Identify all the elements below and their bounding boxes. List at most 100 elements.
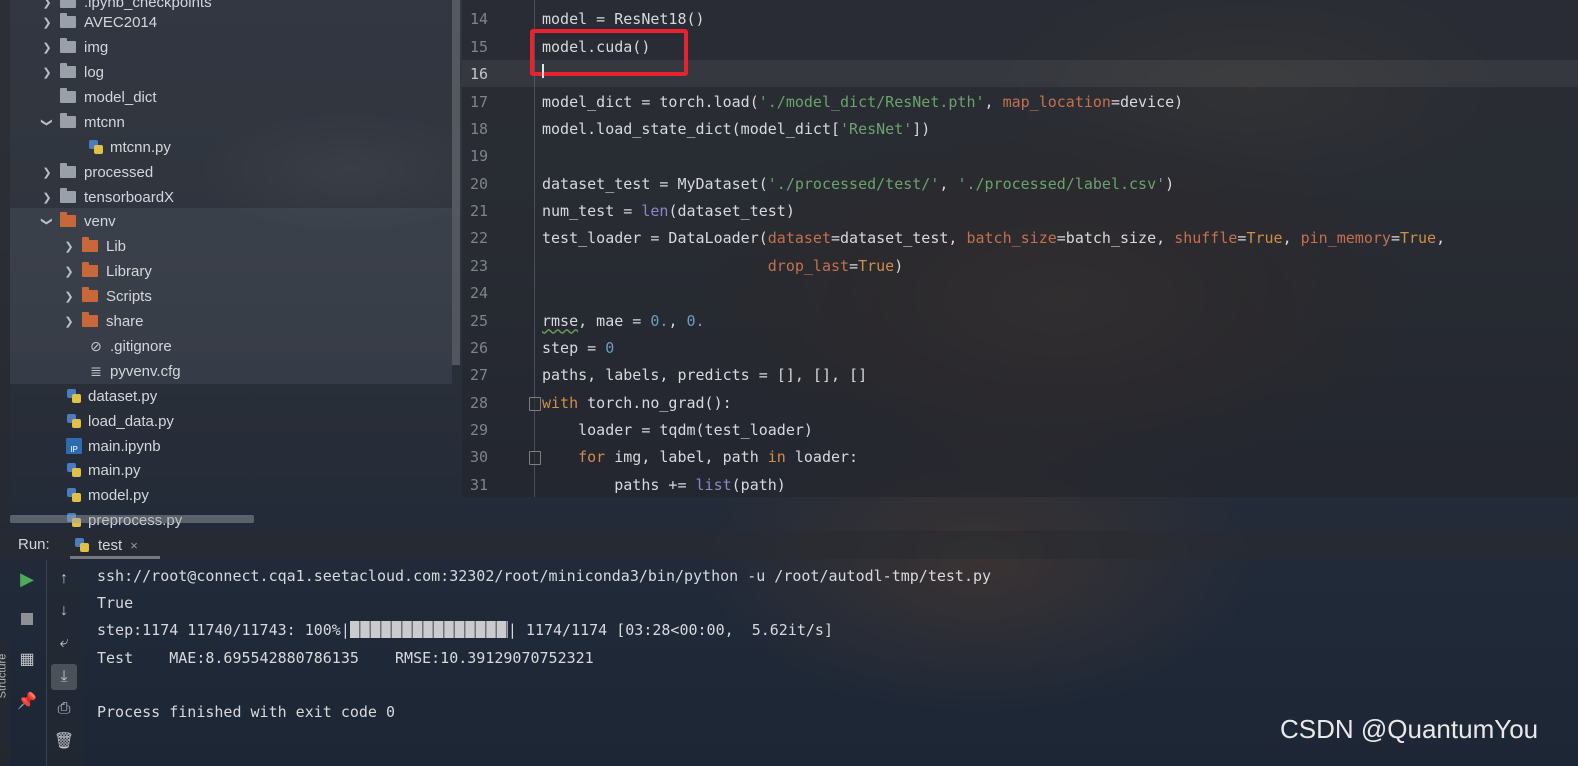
tree-item-main-py[interactable]: main.py (66, 458, 141, 482)
chevron-down-icon[interactable]: ❯ (41, 214, 54, 228)
folder-icon (60, 38, 76, 53)
trash-icon[interactable]: 🗑 (51, 728, 77, 754)
chevron-right-icon[interactable]: ❯ (40, 0, 54, 9)
line-number: 19 (469, 146, 488, 165)
code-line: 24 (462, 279, 488, 306)
line-number: 16 (469, 64, 488, 83)
code-text: for img, label, path in loader: (578, 447, 859, 466)
tree-item-log[interactable]: ❯ log (40, 60, 104, 84)
tree-item-share[interactable]: ❯ share (62, 309, 144, 333)
python-file-icon (66, 388, 82, 404)
tree-item-main-ipynb[interactable]: IP main.ipynb (66, 434, 161, 458)
python-file-icon (66, 487, 82, 503)
line-number: 22 (469, 228, 488, 247)
console-exit-line: Process finished with exit code 0 (97, 703, 396, 721)
tree-item-processed[interactable]: ❯ processed (40, 160, 153, 184)
chevron-right-icon[interactable]: ❯ (40, 16, 54, 29)
print-icon[interactable]: ⎙ (51, 696, 77, 722)
tree-item-gitignore[interactable]: ⊘ .gitignore (88, 334, 172, 358)
tree-item-model-py[interactable]: model.py (66, 483, 149, 507)
line-number: 25 (469, 311, 488, 330)
tree-item-dataset-py[interactable]: dataset.py (66, 384, 157, 408)
code-line: 30 for img, label, path in loader: (462, 443, 858, 470)
stop-icon[interactable] (14, 606, 40, 632)
folder-icon (60, 88, 76, 103)
console-result-line: Test MAE:8.695542880786135 RMSE:10.39129… (97, 649, 594, 667)
code-text: loader = tqdm(test_loader) (542, 420, 813, 439)
tree-item-img[interactable]: ❯ img (40, 35, 108, 59)
arrow-up-icon[interactable]: ↑ (51, 566, 77, 592)
chevron-right-icon[interactable]: ❯ (40, 66, 54, 79)
folder-icon (60, 188, 76, 203)
python-file-icon (66, 462, 82, 478)
ignore-file-icon: ⊘ (90, 337, 102, 354)
tree-item-avec2014[interactable]: ❯ AVEC2014 (40, 10, 157, 34)
structure-tab-label[interactable]: Structure (0, 654, 8, 699)
tree-item-tensorboardx[interactable]: ❯ tensorboardX (40, 185, 174, 209)
excluded-folder-icon (82, 237, 98, 252)
chevron-right-icon[interactable]: ❯ (40, 191, 54, 204)
folder-icon (60, 0, 76, 8)
soft-wrap-icon[interactable]: ⤶ (51, 630, 77, 656)
text-caret (542, 64, 544, 78)
chevron-right-icon[interactable]: ❯ (62, 240, 76, 253)
python-run-icon (74, 537, 90, 553)
chevron-down-icon[interactable]: ❯ (41, 115, 54, 129)
tree-item-pyvenv-cfg[interactable]: ≣ pyvenv.cfg (88, 359, 180, 383)
arrow-down-icon[interactable]: ↓ (51, 598, 77, 624)
line-number: 30 (469, 447, 488, 466)
line-number: 21 (469, 201, 488, 220)
run-toolbar-primary: ▶ ▦ 📌 (12, 560, 44, 766)
chevron-right-icon[interactable]: ❯ (62, 290, 76, 303)
run-tab-test[interactable]: test × (74, 534, 138, 556)
config-file-icon: ≣ (90, 362, 102, 379)
excluded-folder-icon (60, 212, 76, 227)
chevron-right-icon[interactable]: ❯ (40, 41, 54, 54)
tree-horizontal-scrollbar[interactable] (10, 515, 254, 523)
code-text: paths += list(path) (542, 475, 786, 494)
code-line: 23 drop_last=True) (462, 252, 903, 279)
folder-icon (60, 113, 76, 128)
chevron-right-icon[interactable]: ❯ (62, 315, 76, 328)
code-line: 29 loader = tqdm(test_loader) (462, 416, 813, 443)
folder-icon (60, 63, 76, 78)
rerun-icon[interactable]: ▶ (14, 566, 40, 592)
notebook-file-icon: IP (66, 438, 82, 454)
chevron-right-icon[interactable]: ❯ (62, 265, 76, 278)
tree-item-mtcnn-py[interactable]: mtcnn.py (88, 135, 171, 159)
scroll-to-end-icon[interactable]: ⤓ (51, 664, 77, 690)
code-line-current: 16 (462, 60, 488, 87)
code-line: 19 (462, 142, 488, 169)
code-text: with torch.no_grad(): (542, 393, 732, 412)
run-tab-underline (70, 556, 160, 559)
folder-icon (60, 13, 76, 28)
project-tree: ❯ .ipynb_checkpoints ❯ AVEC2014 ❯ img ❯ … (0, 0, 460, 530)
fold-marker-icon[interactable] (529, 451, 541, 465)
progress-bar (349, 621, 508, 638)
code-line: 25 rmse, mae = 0., 0. (462, 307, 705, 334)
code-text: dataset_test = MyDataset('./processed/te… (542, 174, 1175, 193)
pin-icon[interactable]: 📌 (14, 688, 40, 714)
tree-item-venv[interactable]: ❯ venv (40, 209, 116, 233)
code-text: test_loader = DataLoader(dataset=dataset… (542, 228, 1446, 247)
line-number: 31 (469, 475, 488, 494)
tree-item-lib[interactable]: ❯ Lib (62, 234, 126, 258)
line-number: 29 (469, 420, 488, 439)
tree-item-model-dict[interactable]: ❯ model_dict (40, 85, 157, 109)
tree-item-mtcnn[interactable]: ❯ mtcnn (40, 110, 125, 134)
code-line: 22 test_loader = DataLoader(dataset=datas… (462, 224, 1445, 251)
layout-icon[interactable]: ▦ (14, 646, 40, 672)
line-number: 20 (469, 174, 488, 193)
tree-item-load-data-py[interactable]: load_data.py (66, 409, 174, 433)
line-number: 18 (469, 119, 488, 138)
fold-marker-icon[interactable] (529, 397, 541, 411)
excluded-folder-icon (82, 262, 98, 277)
chevron-right-icon[interactable]: ❯ (40, 166, 54, 179)
tree-item-library[interactable]: ❯ Library (62, 259, 152, 283)
code-line: 18 model.load_state_dict(model_dict['ResN… (462, 115, 930, 142)
code-line: 14 model = ResNet18() (462, 5, 705, 32)
console-line: True (97, 594, 134, 612)
python-file-icon (88, 139, 104, 155)
tree-item-scripts[interactable]: ❯ Scripts (62, 284, 152, 308)
close-icon[interactable]: × (130, 538, 138, 553)
